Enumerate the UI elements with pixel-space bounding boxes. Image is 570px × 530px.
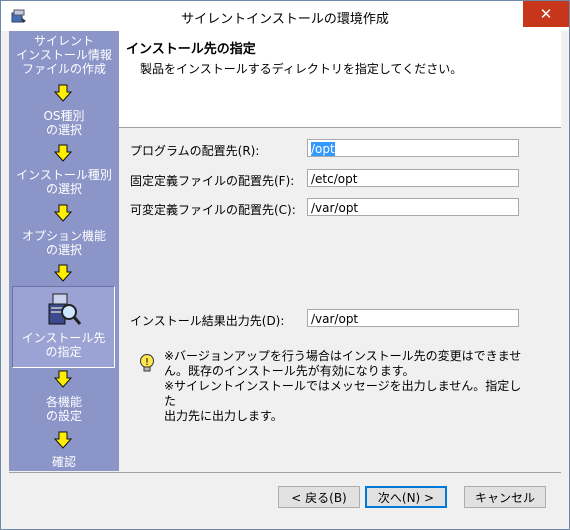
down-arrow-icon [54,144,72,162]
title-bar[interactable]: サイレントインストールの環境作成 ✕ [1,1,569,31]
step-option-features: オプション機能 の選択 [21,229,106,257]
footer-divider [9,472,561,473]
info-line: 出力先に出力します。 [164,409,283,423]
info-line: ん。既存のインストール先が有効になります。 [164,364,415,378]
next-button[interactable]: 次へ(N) > [365,486,447,508]
program-path-input[interactable]: /opt [307,139,519,157]
step-confirm: 確認 [51,455,76,469]
down-arrow-icon [54,204,72,222]
page-title: インストール先の指定 [126,42,256,57]
fixed-config-path-input[interactable]: /etc/opt [307,169,519,187]
header-divider [119,127,561,128]
result-output-path-label: インストール結果出力先(D): [130,314,285,328]
down-arrow-icon [54,84,72,102]
lightbulb-icon: ! [140,354,154,372]
down-arrow-icon [54,264,72,282]
fixed-config-path-label: 固定定義ファイルの配置先(F): [130,174,295,188]
wizard-steps-sidebar: サイレント インストール情報 ファイルの作成 OS種別 の選択 インストール種別… [9,31,119,471]
page-header: インストール先の指定 製品をインストールするディレクトリを指定してください。 [119,31,561,127]
step-feature-settings: 各機能 の設定 [45,395,82,423]
step-create-info-file: サイレント インストール情報 ファイルの作成 [16,34,112,76]
step-install-destination-current: インストール先 の指定 [12,286,115,368]
variable-config-path-input[interactable]: /var/opt [307,198,519,216]
down-arrow-icon [54,370,72,388]
back-button[interactable]: < 戻る(B) [278,486,360,508]
dialog-window: サイレントインストールの環境作成 ✕ サイレント インストール情報 ファイルの作… [0,0,570,530]
window-title: サイレントインストールの環境作成 [181,12,389,27]
result-output-path-input[interactable]: /var/opt [307,309,519,327]
svg-text:!: ! [145,357,149,368]
page-subtitle: 製品をインストールするディレクトリを指定してください。 [140,62,463,76]
dialog-content: サイレント インストール情報 ファイルの作成 OS種別 の選択 インストール種別… [9,31,561,521]
program-path-label: プログラムの配置先(R): [130,144,260,158]
down-arrow-icon [54,431,72,449]
step-install-type: インストール種別 の選択 [16,168,112,196]
install-destination-icon [48,293,82,325]
cancel-button[interactable]: キャンセル [464,486,546,508]
close-button[interactable]: ✕ [523,1,569,27]
step-install-destination-label: インストール先 の指定 [21,331,106,359]
program-path-value: /opt [311,142,335,156]
variable-config-path-label: 可変定義ファイルの配置先(C): [130,203,296,217]
step-os-type: OS種別 の選択 [43,109,85,137]
info-note: ※バージョンアップを行う場合はインストール先の変更はできませ ん。既存のインスト… [164,349,524,424]
info-line: ※バージョンアップを行う場合はインストール先の変更はできませ [164,349,522,363]
info-line: ※サイレントインストールではメッセージを出力しません。指定した [164,379,522,408]
